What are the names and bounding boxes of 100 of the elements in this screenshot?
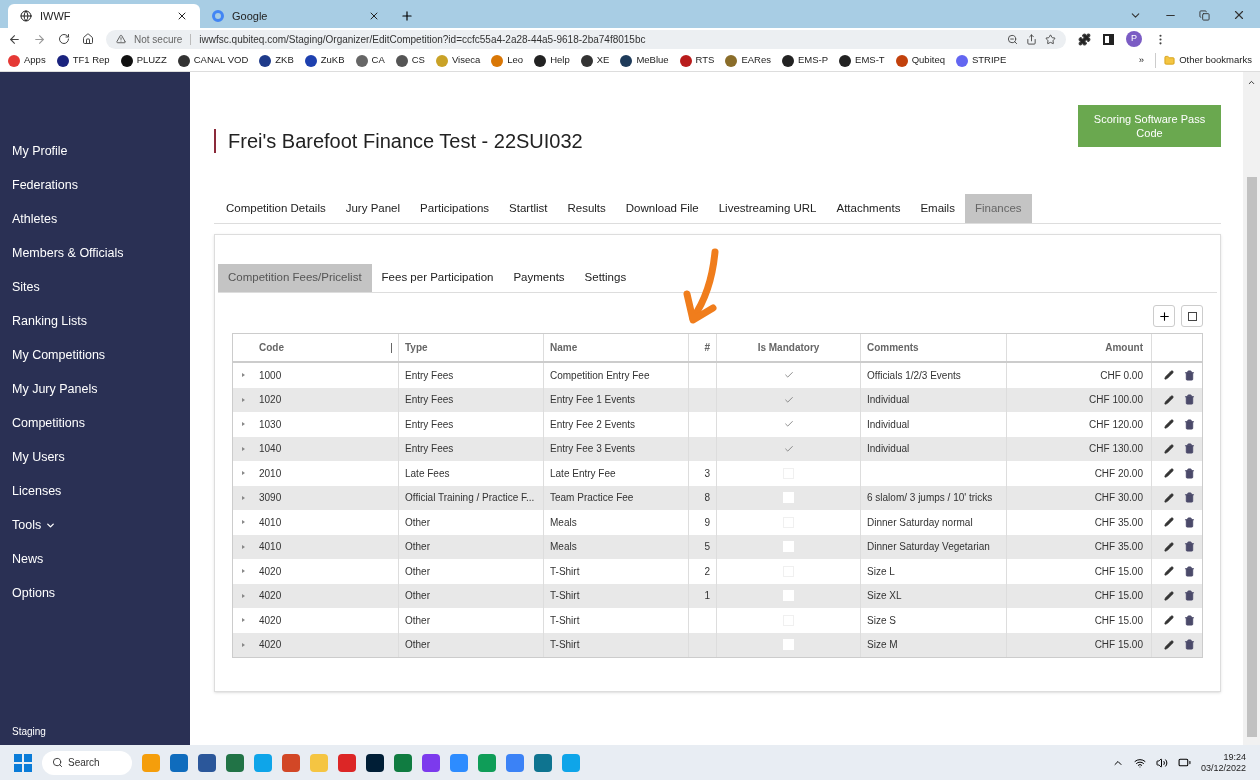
browser-tab[interactable]: IWWF: [8, 4, 200, 28]
bookmark[interactable]: RTS: [679, 53, 715, 68]
wifi-icon[interactable]: [1133, 756, 1146, 769]
tab[interactable]: Download File: [615, 194, 709, 223]
sidebar-item[interactable]: Federations: [12, 168, 190, 202]
edit-icon[interactable]: [1164, 639, 1174, 650]
table-row[interactable]: 4020 Other T-Shirt Size M CHF 15.00: [233, 632, 1202, 657]
back-icon[interactable]: [8, 32, 21, 46]
column-header[interactable]: Type: [398, 334, 543, 361]
expand-icon[interactable]: [241, 642, 245, 647]
expand-icon[interactable]: [241, 544, 245, 549]
edit-icon[interactable]: [1164, 492, 1174, 503]
edit-icon[interactable]: [1164, 517, 1174, 528]
scrollbar-thumb[interactable]: [1246, 177, 1257, 737]
browser-tab[interactable]: Google: [200, 4, 392, 28]
tab[interactable]: Livestreaming URL: [708, 194, 827, 223]
table-row[interactable]: 3090 Official Training / Practice F... Team Practice Fee 8 6 slalom/ 3 jumps / 10' tricks CHF 30.00: [233, 485, 1202, 510]
edit-icon[interactable]: [1164, 541, 1174, 552]
bookmark[interactable]: TF1 Rep: [56, 53, 110, 68]
delete-icon[interactable]: [1184, 492, 1195, 504]
column-header[interactable]: Name: [543, 334, 688, 361]
zoom-icon[interactable]: [1007, 33, 1018, 45]
export-button[interactable]: [1181, 305, 1203, 327]
expand-icon[interactable]: [241, 569, 245, 574]
edit-icon[interactable]: [1164, 468, 1174, 479]
scroll-up-icon[interactable]: [1247, 78, 1256, 87]
sidebar-item[interactable]: Members & Officials: [12, 236, 190, 270]
bookmark[interactable]: STRIPE: [955, 53, 1007, 68]
delete-icon[interactable]: [1184, 467, 1195, 479]
forward-icon[interactable]: [33, 32, 46, 46]
star-icon[interactable]: [1045, 33, 1056, 45]
tab[interactable]: Competition Details: [216, 194, 336, 223]
tab[interactable]: Startlist: [499, 194, 558, 223]
edit-icon[interactable]: [1164, 394, 1174, 405]
other-bookmarks[interactable]: Other bookmarks: [1155, 53, 1252, 68]
edit-icon[interactable]: [1164, 419, 1174, 430]
delete-icon[interactable]: [1184, 418, 1195, 430]
sidebar-item[interactable]: My Jury Panels: [12, 372, 190, 406]
extensions-icon[interactable]: [1078, 32, 1091, 46]
reload-icon[interactable]: [58, 33, 70, 45]
expand-icon[interactable]: [241, 373, 245, 378]
sidebar-item[interactable]: Competitions: [12, 406, 190, 440]
table-row[interactable]: 4010 Other Meals 5 Dinner Saturday Vegetarian CHF 35.00: [233, 534, 1202, 559]
more-bookmarks[interactable]: »: [1138, 53, 1145, 68]
delete-icon[interactable]: [1184, 639, 1195, 651]
delete-icon[interactable]: [1184, 565, 1195, 577]
column-header[interactable]: Comments: [860, 334, 1006, 361]
bookmark[interactable]: PLUZZ: [120, 53, 167, 68]
tab[interactable]: Participations: [410, 194, 500, 223]
tab[interactable]: Emails: [910, 194, 965, 223]
sidebar-item[interactable]: Tools: [12, 508, 190, 542]
bookmark[interactable]: XE: [580, 53, 610, 68]
add-button[interactable]: [1153, 305, 1175, 327]
column-header[interactable]: Code: [253, 334, 398, 361]
close-icon[interactable]: [368, 10, 380, 22]
bookmark[interactable]: MeBlue: [620, 53, 669, 68]
bookmark[interactable]: Leo: [491, 53, 524, 68]
bookmark[interactable]: Qubiteq: [895, 53, 945, 68]
delete-icon[interactable]: [1184, 516, 1195, 528]
subtab[interactable]: Competition Fees/Pricelist: [218, 264, 372, 292]
edit-icon[interactable]: [1164, 566, 1174, 577]
edit-icon[interactable]: [1164, 590, 1174, 601]
address-bar[interactable]: Not secure iwwfsc.qubiteq.com/Staging/Organizer/EditCompetition?id=ccfc55a4-2a28-44a5-9618-2ba74f8015bc: [106, 29, 1066, 49]
sidebar-item[interactable]: My Users: [12, 440, 190, 474]
sidebar-item[interactable]: My Profile: [12, 134, 190, 168]
bookmark[interactable]: ZKB: [259, 53, 294, 68]
windows-icon[interactable]: [14, 753, 32, 772]
expand-icon[interactable]: [241, 471, 245, 476]
table-row[interactable]: 1040 Entry Fees Entry Fee 3 Events Individual CHF 130.00: [233, 436, 1202, 461]
new-tab-icon[interactable]: [400, 9, 414, 23]
share-icon[interactable]: [1026, 33, 1037, 45]
sidebar-item[interactable]: Options: [12, 576, 190, 610]
volume-icon[interactable]: [1155, 756, 1168, 769]
expand-icon[interactable]: [241, 397, 245, 402]
bookmark[interactable]: CANAL VOD: [177, 53, 249, 68]
close-icon[interactable]: [176, 10, 188, 22]
delete-icon[interactable]: [1184, 541, 1195, 553]
app-icon[interactable]: [198, 753, 216, 772]
delete-icon[interactable]: [1184, 590, 1195, 602]
tab[interactable]: Attachments: [826, 194, 911, 223]
column-header[interactable]: Is Mandatory: [716, 334, 860, 361]
expand-icon[interactable]: [241, 593, 245, 598]
subtab[interactable]: Settings: [574, 264, 637, 292]
home-icon[interactable]: [82, 33, 94, 45]
bookmark[interactable]: Viseca: [435, 53, 481, 68]
app-icon[interactable]: [366, 753, 384, 772]
expand-icon[interactable]: [241, 422, 245, 427]
delete-icon[interactable]: [1184, 614, 1195, 626]
bookmark[interactable]: ZuKB: [304, 53, 345, 68]
tab[interactable]: Jury Panel: [335, 194, 411, 223]
sidebar-item[interactable]: Sites: [12, 270, 190, 304]
delete-icon[interactable]: [1184, 443, 1195, 455]
search-field[interactable]: Search: [42, 750, 132, 775]
expand-icon[interactable]: [241, 618, 245, 623]
bookmark[interactable]: CS: [395, 53, 425, 68]
edit-icon[interactable]: [1164, 615, 1174, 626]
expand-icon[interactable]: [241, 520, 245, 525]
subtab[interactable]: Fees per Participation: [371, 264, 504, 292]
column-header[interactable]: #: [688, 334, 716, 361]
edit-icon[interactable]: [1164, 443, 1174, 454]
